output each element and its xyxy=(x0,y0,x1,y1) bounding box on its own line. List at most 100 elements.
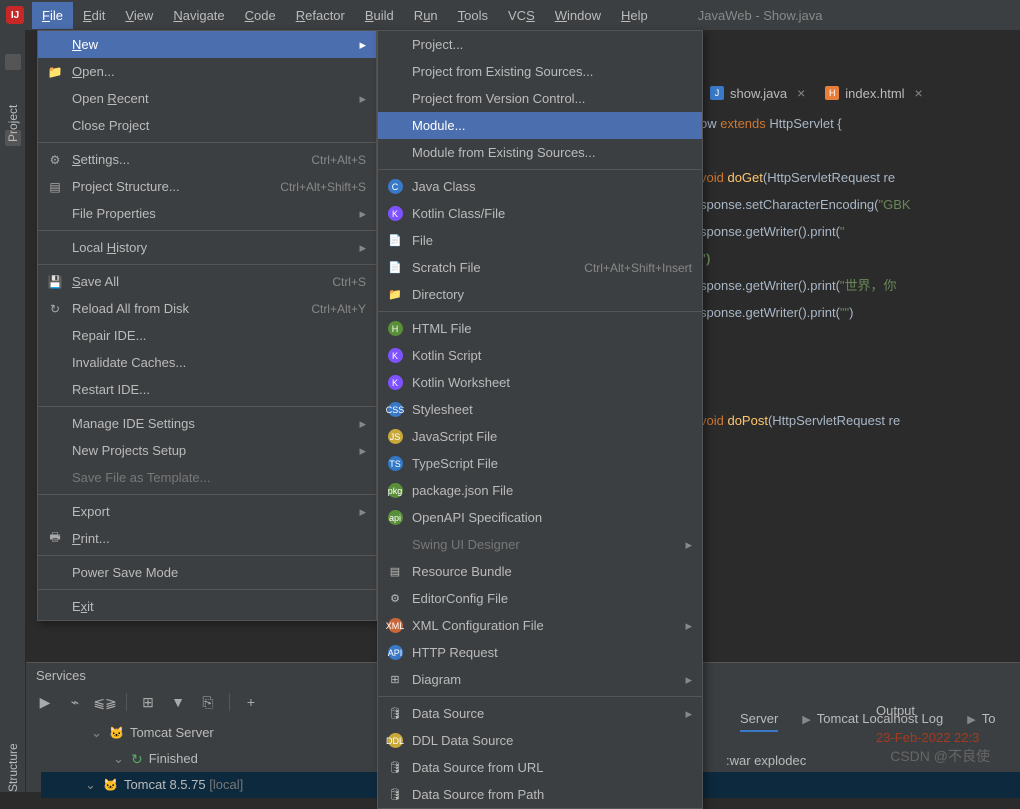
new-menu-stylesheet[interactable]: CSSStylesheet xyxy=(378,396,702,423)
file-menu-open-[interactable]: 📁Open... xyxy=(38,58,376,85)
new-menu-http-request[interactable]: APIHTTP Request xyxy=(378,639,702,666)
editor-tabs: Jshow.java×Hindex.html× xyxy=(700,79,1020,107)
new-menu-diagram[interactable]: ⊞Diagram▸ xyxy=(378,666,702,693)
tool-button-1[interactable]: ⫹⫺ xyxy=(96,693,114,711)
new-menu-javascript-file[interactable]: JSJavaScript File xyxy=(378,423,702,450)
new-menu-ddl-data-source[interactable]: DDLDDL Data Source xyxy=(378,727,702,754)
menu-item-label: Module... xyxy=(412,118,692,133)
new-menu-openapi-specification[interactable]: apiOpenAPI Specification xyxy=(378,504,702,531)
file-menu-settings-[interactable]: ⚙Settings...Ctrl+Alt+S xyxy=(38,146,376,173)
file-menu-export[interactable]: Export▸ xyxy=(38,498,376,525)
filter-button[interactable]: ▼ xyxy=(169,693,187,711)
menu-item-run[interactable]: Run xyxy=(404,2,448,29)
chevron-down-icon[interactable]: ⌄ xyxy=(85,772,97,798)
project-label[interactable]: Project xyxy=(6,92,20,142)
services-tab-server[interactable]: Server xyxy=(740,707,778,732)
new-menu-package-json-file[interactable]: pkgpackage.json File xyxy=(378,477,702,504)
file-menu-local-history[interactable]: Local History▸ xyxy=(38,234,376,261)
menu-item-icon xyxy=(386,118,404,134)
file-menu-save-all[interactable]: 💾Save AllCtrl+S xyxy=(38,268,376,295)
file-menu-restart-ide-[interactable]: Restart IDE... xyxy=(38,376,376,403)
file-menu-new-projects-setup[interactable]: New Projects Setup▸ xyxy=(38,437,376,464)
menubar: IJ FileEditViewNavigateCodeRefactorBuild… xyxy=(0,0,1020,30)
menu-item-icon: pkg xyxy=(386,483,404,499)
structure-label[interactable]: Structure xyxy=(6,742,20,792)
file-menu-repair-ide-[interactable]: Repair IDE... xyxy=(38,322,376,349)
menu-item-icon xyxy=(386,64,404,80)
editor-tab-1[interactable]: Hindex.html× xyxy=(815,81,932,105)
menu-item-code[interactable]: Code xyxy=(235,2,286,29)
menu-item-icon: C xyxy=(386,179,404,195)
file-menu-reload-all-from-disk[interactable]: ↻Reload All from DiskCtrl+Alt+Y xyxy=(38,295,376,322)
menu-item-refactor[interactable]: Refactor xyxy=(286,2,355,29)
file-menu-invalidate-caches-[interactable]: Invalidate Caches... xyxy=(38,349,376,376)
menu-item-label: Kotlin Class/File xyxy=(412,206,692,221)
menu-item-label: HTTP Request xyxy=(412,645,692,660)
new-menu-module-[interactable]: Module... xyxy=(378,112,702,139)
new-menu-module-from-existing-sources-[interactable]: Module from Existing Sources... xyxy=(378,139,702,166)
new-menu-kotlin-class-file[interactable]: KKotlin Class/File xyxy=(378,200,702,227)
menu-item-edit[interactable]: Edit xyxy=(73,2,115,29)
new-menu-project-[interactable]: Project... xyxy=(378,31,702,58)
file-menu-open-recent[interactable]: Open Recent▸ xyxy=(38,85,376,112)
menu-item-build[interactable]: Build xyxy=(355,2,404,29)
project-icon[interactable] xyxy=(5,54,21,70)
add-button[interactable]: + xyxy=(242,693,260,711)
menu-item-icon xyxy=(46,470,64,486)
menu-item-navigate[interactable]: Navigate xyxy=(163,2,234,29)
file-menu-manage-ide-settings[interactable]: Manage IDE Settings▸ xyxy=(38,410,376,437)
code-editor[interactable]: ow extends HttpServlet { void doGet(Http… xyxy=(700,110,1020,434)
tab-label: show.java xyxy=(730,86,787,101)
file-menu-exit[interactable]: Exit xyxy=(38,593,376,620)
file-menu-new[interactable]: New▸ xyxy=(38,31,376,58)
menu-item-icon: ▤ xyxy=(386,564,404,580)
new-menu-resource-bundle[interactable]: ▤Resource Bundle xyxy=(378,558,702,585)
new-menu-directory[interactable]: 📁Directory xyxy=(378,281,702,308)
menu-item-vcs[interactable]: VCS xyxy=(498,2,545,29)
file-menu-file-properties[interactable]: File Properties ▸ xyxy=(38,200,376,227)
new-menu-scratch-file[interactable]: 📄Scratch FileCtrl+Alt+Shift+Insert xyxy=(378,254,702,281)
new-menu-kotlin-worksheet[interactable]: KKotlin Worksheet xyxy=(378,369,702,396)
file-menu-close-project[interactable]: Close Project xyxy=(38,112,376,139)
new-menu-data-source[interactable]: 🛢Data Source▸ xyxy=(378,700,702,727)
file-menu-print-[interactable]: 🖶Print... xyxy=(38,525,376,552)
editor-tab-0[interactable]: Jshow.java× xyxy=(700,81,815,105)
menu-item-label: TypeScript File xyxy=(412,456,692,471)
tool-button-2[interactable]: ⊞ xyxy=(139,693,157,711)
new-menu-data-source-from-url[interactable]: 🛢Data Source from URL xyxy=(378,754,702,781)
tool-button-3[interactable]: ⎘ xyxy=(199,693,217,711)
chevron-down-icon[interactable]: ⌄ xyxy=(113,746,125,772)
debug-button[interactable]: ⌁ xyxy=(66,693,84,711)
menu-item-label: New Projects Setup xyxy=(72,443,353,458)
menu-item-tools[interactable]: Tools xyxy=(448,2,498,29)
new-menu-xml-configuration-file[interactable]: XMLXML Configuration File▸ xyxy=(378,612,702,639)
new-menu-file[interactable]: 📄File xyxy=(378,227,702,254)
menu-item-label: Stylesheet xyxy=(412,402,692,417)
new-menu-kotlin-script[interactable]: KKotlin Script xyxy=(378,342,702,369)
close-icon[interactable]: × xyxy=(915,85,923,101)
file-menu-project-structure-[interactable]: ▤Project Structure...Ctrl+Alt+Shift+S xyxy=(38,173,376,200)
chevron-right-icon: ▸ xyxy=(359,206,366,222)
menu-item-file[interactable]: File xyxy=(32,2,73,29)
new-menu-typescript-file[interactable]: TSTypeScript File xyxy=(378,450,702,477)
new-menu-project-from-version-control-[interactable]: Project from Version Control... xyxy=(378,85,702,112)
new-menu-html-file[interactable]: HHTML File xyxy=(378,315,702,342)
menu-item-window[interactable]: Window xyxy=(545,2,611,29)
tab-label: index.html xyxy=(845,86,904,101)
new-menu-editorconfig-file[interactable]: ⚙EditorConfig File xyxy=(378,585,702,612)
run-button[interactable]: ▶ xyxy=(36,693,54,711)
new-menu-project-from-existing-sources-[interactable]: Project from Existing Sources... xyxy=(378,58,702,85)
menu-item-label: Close Project xyxy=(72,118,366,133)
chevron-right-icon: ▸ xyxy=(359,91,366,107)
close-icon[interactable]: × xyxy=(797,85,805,101)
new-menu-java-class[interactable]: CJava Class xyxy=(378,173,702,200)
new-menu-data-source-from-path[interactable]: 🛢Data Source from Path xyxy=(378,781,702,808)
menu-item-icon xyxy=(46,599,64,615)
menu-item-view[interactable]: View xyxy=(115,2,163,29)
chevron-right-icon: ▸ xyxy=(359,240,366,256)
menu-item-label: Repair IDE... xyxy=(72,328,366,343)
chevron-down-icon[interactable]: ⌄ xyxy=(91,720,103,746)
menu-item-label: File Properties xyxy=(72,206,353,221)
file-menu-power-save-mode[interactable]: Power Save Mode xyxy=(38,559,376,586)
menu-item-help[interactable]: Help xyxy=(611,2,658,29)
